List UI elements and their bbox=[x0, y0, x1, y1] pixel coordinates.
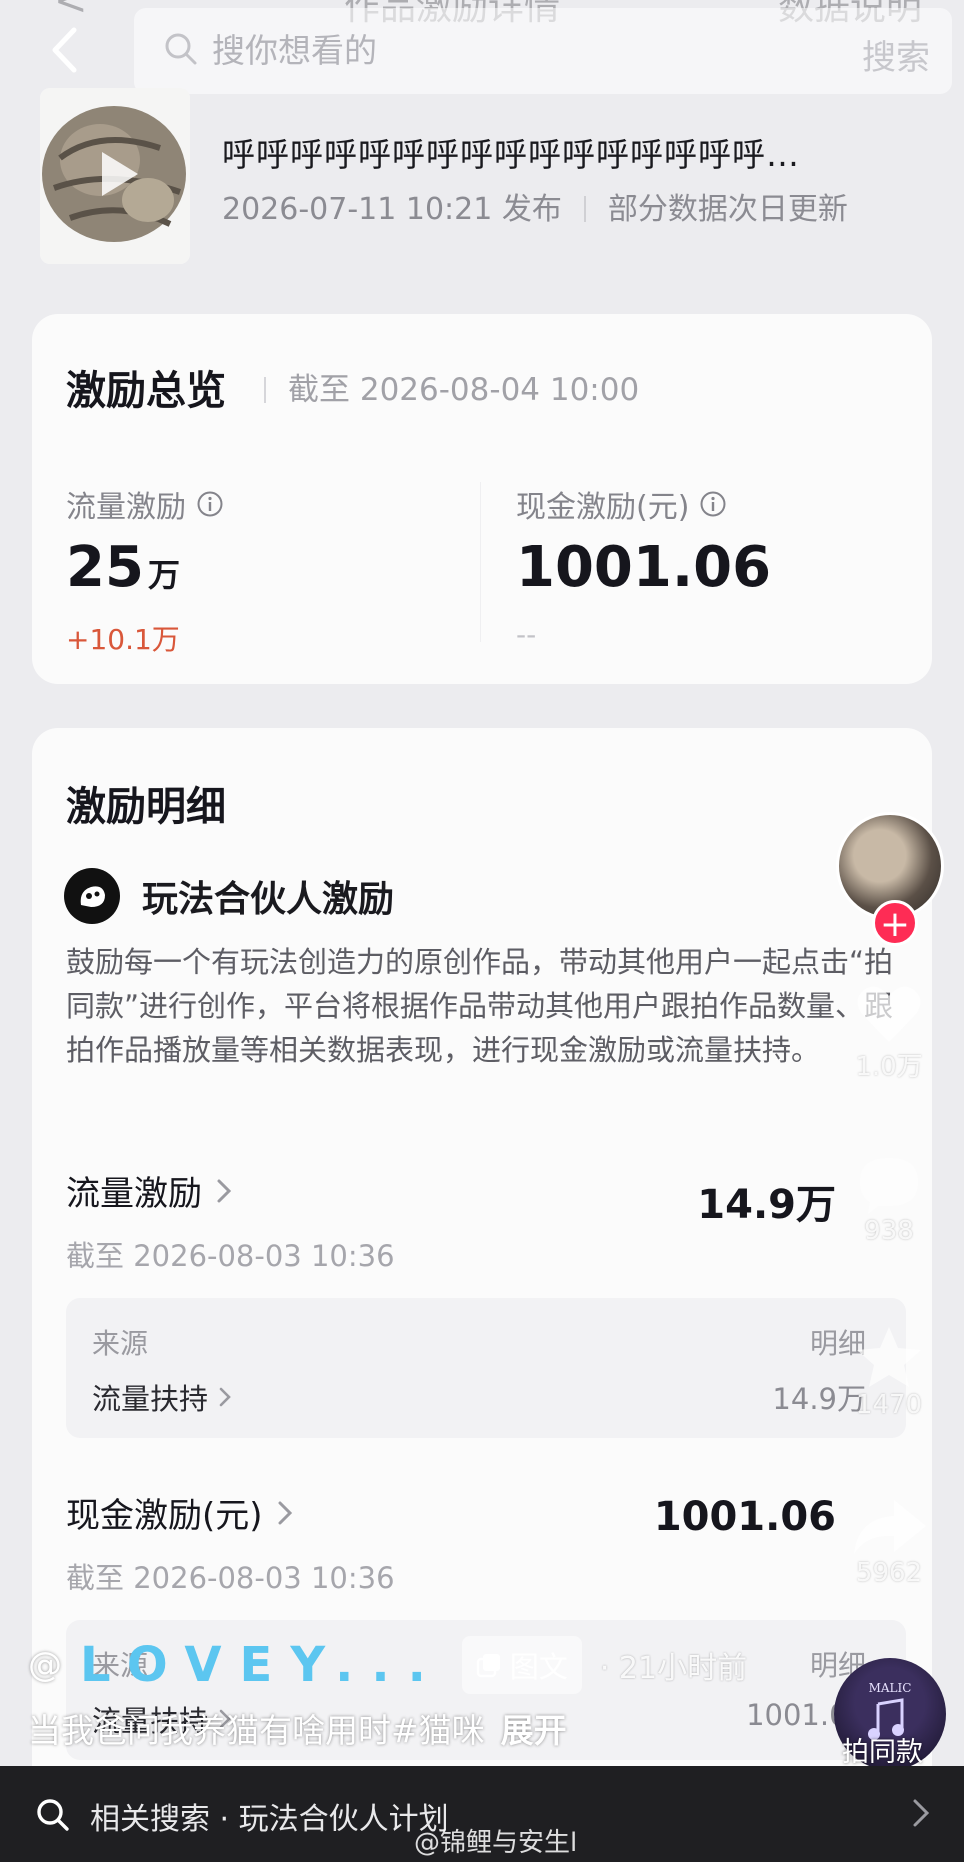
info-icon[interactable] bbox=[196, 490, 224, 518]
same-style-label[interactable]: 拍同款 bbox=[842, 1730, 923, 1769]
traffic-metric-label-row: 流量激励 bbox=[66, 482, 224, 526]
overview-title: 激励总览 bbox=[66, 368, 226, 414]
like-button[interactable]: 1.0万 bbox=[834, 982, 944, 1083]
author-name[interactable]: LOVEY... bbox=[80, 1637, 444, 1693]
favorite-button[interactable]: 1470 bbox=[834, 1324, 944, 1420]
traffic-metric-value: 25 bbox=[66, 535, 144, 600]
cash-metric-change: -- bbox=[516, 618, 537, 651]
overview-as-of-text: 截至 2026-08-04 10:00 bbox=[288, 372, 640, 408]
image-post-icon bbox=[476, 1654, 500, 1678]
incentive-overview-card: 激励总览 截至 2026-08-04 10:00 流量激励 25 万 +10.1万… bbox=[32, 314, 932, 684]
expand-button[interactable]: 展开 bbox=[501, 1711, 567, 1750]
traffic-source-box: 来源 流量扶持 明细 14.9万 bbox=[66, 1298, 906, 1438]
program-name: 玩法合伙人激励 bbox=[142, 879, 395, 920]
search-box[interactable]: 搜索 bbox=[134, 8, 952, 94]
traffic-metric-value-row: 25 万 bbox=[66, 540, 224, 596]
metric-divider bbox=[480, 482, 481, 642]
back-arrow-icon bbox=[52, 27, 77, 73]
cash-incentive-section[interactable]: 现金激励(元) 截至 2026-08-03 10:36 1001.06 bbox=[66, 1488, 906, 1597]
cash-metric-label-row: 现金激励(元) bbox=[516, 482, 771, 526]
comment-icon bbox=[860, 1158, 918, 1214]
back-button[interactable] bbox=[44, 26, 84, 74]
like-count: 1.0万 bbox=[855, 1052, 923, 1082]
author-line: @ LOVEY... 图文 · 21小时前 bbox=[28, 1636, 747, 1694]
search-input[interactable] bbox=[212, 26, 712, 74]
meta-divider bbox=[583, 196, 586, 222]
watermark-text: @锦鲤与安生l bbox=[414, 1828, 578, 1858]
traffic-incentive-metric: 流量激励 25 万 +10.1万 bbox=[66, 482, 224, 658]
video-title: 呼呼呼呼呼呼呼呼呼呼呼呼呼呼呼呼… bbox=[222, 135, 800, 174]
search-bar: 搜索 bbox=[0, 0, 964, 100]
detail-title: 激励明细 bbox=[66, 784, 226, 830]
post-type-tag: 图文 bbox=[461, 1636, 582, 1694]
search-button[interactable]: 搜索 bbox=[862, 30, 930, 79]
program-logo-icon bbox=[64, 868, 120, 924]
share-arrow-icon bbox=[854, 1500, 926, 1554]
cash-metric-label: 现金激励(元) bbox=[516, 490, 690, 525]
search-icon bbox=[37, 1799, 69, 1831]
star-icon bbox=[857, 1327, 921, 1387]
chevron-right-icon bbox=[913, 1799, 930, 1827]
post-type-label: 图文 bbox=[509, 1650, 568, 1684]
cash-section-title: 现金激励(元) bbox=[66, 1496, 263, 1536]
play-icon bbox=[102, 152, 138, 196]
chevron-right-icon bbox=[278, 1501, 292, 1524]
video-meta: 2026-07-11 10:21 发布 部分数据次日更新 bbox=[222, 184, 848, 228]
chevron-right-icon bbox=[219, 1387, 231, 1407]
related-search-text: 相关搜索 · 玩法合伙人计划 bbox=[90, 1802, 449, 1837]
publish-time: 2026-07-11 10:21 发布 bbox=[222, 192, 562, 227]
comment-button[interactable]: 938 bbox=[834, 1152, 944, 1246]
share-count: 5962 bbox=[855, 1558, 923, 1588]
cash-incentive-metric: 现金激励(元) 1001.06 -- bbox=[516, 482, 771, 651]
traffic-section-title: 流量激励 bbox=[66, 1174, 202, 1214]
post-time-ago: · 21小时前 bbox=[599, 1651, 748, 1686]
traffic-source-label: 来源 bbox=[92, 1327, 149, 1360]
program-header: 玩法合伙人激励 bbox=[64, 868, 394, 924]
cash-section-value: 1001.06 bbox=[653, 1494, 836, 1540]
title-divider bbox=[264, 377, 266, 403]
traffic-metric-change: +10.1万 bbox=[66, 623, 180, 656]
traffic-section-value: 14.9万 bbox=[697, 1182, 836, 1228]
traffic-source-value: 流量扶持 bbox=[92, 1382, 209, 1416]
traffic-incentive-section[interactable]: 流量激励 截至 2026-08-03 10:36 14.9万 bbox=[66, 1166, 906, 1275]
overview-as-of: 截至 2026-08-04 10:00 bbox=[264, 364, 639, 409]
same-style-badge: MALIC bbox=[869, 1681, 912, 1695]
traffic-source[interactable]: 来源 流量扶持 bbox=[92, 1322, 232, 1418]
video-thumbnail[interactable] bbox=[40, 88, 190, 264]
favorite-count: 1470 bbox=[855, 1390, 923, 1420]
caption-text: 当我爸问我养猫有啥用时#猫咪 bbox=[28, 1711, 485, 1750]
traffic-source-value-row: 流量扶持 bbox=[92, 1376, 232, 1418]
video-header: 呼呼呼呼呼呼呼呼呼呼呼呼呼呼呼呼… 2026-07-11 10:21 发布 部分数… bbox=[40, 88, 940, 268]
heart-icon bbox=[857, 986, 921, 1042]
cash-metric-value: 1001.06 bbox=[516, 535, 772, 600]
traffic-metric-label: 流量激励 bbox=[66, 490, 186, 525]
search-icon bbox=[165, 33, 197, 65]
traffic-section-as-of: 截至 2026-08-03 10:36 bbox=[66, 1239, 395, 1273]
cash-section-as-of: 截至 2026-08-03 10:36 bbox=[66, 1561, 395, 1595]
chevron-right-icon bbox=[217, 1179, 232, 1202]
follow-button[interactable]: + bbox=[872, 900, 918, 946]
update-note: 部分数据次日更新 bbox=[607, 192, 848, 227]
traffic-metric-unit: 万 bbox=[147, 556, 180, 594]
share-button[interactable]: 5962 bbox=[834, 1496, 944, 1588]
post-caption: 当我爸问我养猫有啥用时#猫咪 展开 bbox=[28, 1704, 567, 1752]
program-description: 鼓励每一个有玩法创造力的原创作品，带动其他用户一起点击“拍同款”进行创作，平台将… bbox=[66, 945, 894, 1067]
author-at: @ bbox=[28, 1645, 62, 1685]
comment-count: 938 bbox=[864, 1216, 914, 1246]
info-icon[interactable] bbox=[699, 490, 727, 518]
